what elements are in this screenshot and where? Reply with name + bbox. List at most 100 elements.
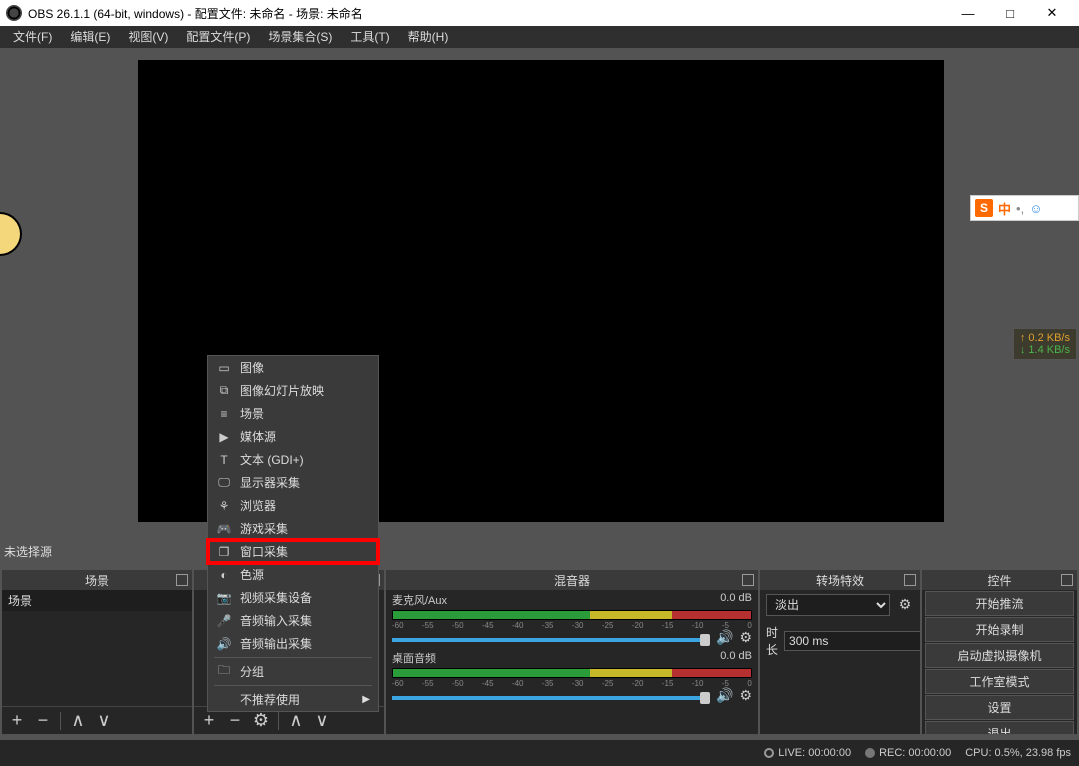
menu-item-color-source[interactable]: ◐色源	[208, 563, 378, 586]
mixer-ticks: -60-55-50-45-40-35-30-25-20-15-10-50	[392, 679, 752, 687]
ime-indicator[interactable]: S 中 •, ☺	[970, 195, 1079, 221]
window-title: OBS 26.1.1 (64-bit, windows) - 配置文件: 未命名…	[28, 5, 947, 22]
mixer-header: 混音器	[386, 570, 758, 590]
download-speed: ↓ 1.4 KB/s	[1020, 344, 1070, 356]
duration-input[interactable]	[784, 631, 920, 651]
close-button[interactable]: ✕	[1031, 0, 1073, 26]
source-properties-button[interactable]: ⚙	[250, 710, 272, 731]
ime-punct-label: •,	[1016, 201, 1024, 216]
start-virtualcam-button[interactable]: 启动虚拟摄像机	[925, 643, 1074, 668]
remove-source-button[interactable]: −	[224, 710, 246, 731]
mute-icon[interactable]: 🔊	[716, 629, 733, 646]
upload-speed: ↑ 0.2 KB/s	[1020, 332, 1070, 344]
slider-thumb[interactable]	[700, 692, 710, 704]
popout-icon[interactable]	[176, 574, 188, 586]
speaker-icon: 🔊	[216, 636, 232, 652]
separator	[278, 712, 279, 730]
globe-icon: ⚘	[216, 498, 232, 514]
separator	[60, 712, 61, 730]
menu-item-video-capture[interactable]: 📷视频采集设备	[208, 586, 378, 609]
mixer-mic-meter	[392, 610, 752, 620]
ime-logo-icon: S	[975, 199, 993, 217]
menu-item-text[interactable]: T文本 (GDI+)	[208, 448, 378, 471]
ime-emoji-icon: ☺	[1029, 201, 1042, 216]
transition-select[interactable]: 淡出	[766, 594, 890, 616]
mixer-desktop-label: 桌面音频	[392, 650, 436, 666]
menu-item-window-capture[interactable]: ❐窗口采集	[208, 540, 378, 563]
titlebar: OBS 26.1.1 (64-bit, windows) - 配置文件: 未命名…	[0, 0, 1079, 26]
start-stream-button[interactable]: 开始推流	[925, 591, 1074, 616]
controls-header: 控件	[922, 570, 1077, 590]
slideshow-icon: ⧉	[216, 383, 232, 399]
scene-down-button[interactable]: ∨	[93, 710, 115, 731]
popout-icon[interactable]	[904, 574, 916, 586]
folder-icon: 🗀	[216, 664, 232, 680]
menu-edit[interactable]: 编辑(E)	[61, 26, 119, 48]
menu-separator	[214, 657, 372, 658]
menu-item-image[interactable]: ▭图像	[208, 356, 378, 379]
remove-scene-button[interactable]: −	[32, 710, 54, 731]
mixer-channel-desktop: 桌面音频 0.0 dB -60-55-50-45-40-35-30-25-20-…	[386, 648, 758, 706]
mixer-desktop-slider[interactable]	[392, 696, 710, 700]
scenes-panel: 场景 场景 + − ∧ ∨	[2, 570, 192, 734]
scene-up-button[interactable]: ∧	[67, 710, 89, 731]
transitions-title: 转场特效	[816, 572, 864, 589]
gear-icon[interactable]: ⚙	[739, 687, 752, 704]
scene-item[interactable]: 场景	[2, 590, 192, 611]
add-scene-button[interactable]: +	[6, 710, 28, 731]
exit-button[interactable]: 退出	[925, 721, 1074, 734]
menu-help[interactable]: 帮助(H)	[399, 26, 458, 48]
duration-label: 时长	[766, 624, 778, 658]
mixer-title: 混音器	[554, 572, 590, 589]
mixer-channel-mic: 麦克风/Aux 0.0 dB -60-55-50-45-40-35-30-25-…	[386, 590, 758, 648]
menu-item-group[interactable]: 🗀分组	[208, 660, 378, 683]
menu-item-audio-output[interactable]: 🔊音频输出采集	[208, 632, 378, 655]
menu-item-browser[interactable]: ⚘浏览器	[208, 494, 378, 517]
controls-title: 控件	[987, 572, 1011, 589]
mute-icon[interactable]: 🔊	[716, 687, 733, 704]
mixer-ticks: -60-55-50-45-40-35-30-25-20-15-10-50	[392, 621, 752, 629]
left-decoration	[0, 212, 22, 256]
menu-item-display-capture[interactable]: 🖵显示器采集	[208, 471, 378, 494]
menu-item-game-capture[interactable]: 🎮游戏采集	[208, 517, 378, 540]
slider-thumb[interactable]	[700, 634, 710, 646]
menu-item-audio-input[interactable]: 🎤音频输入采集	[208, 609, 378, 632]
scenes-header: 场景	[2, 570, 192, 590]
add-source-button[interactable]: +	[198, 710, 220, 731]
studio-mode-button[interactable]: 工作室模式	[925, 669, 1074, 694]
menu-profile[interactable]: 配置文件(P)	[177, 26, 259, 48]
mixer-desktop-meter	[392, 668, 752, 678]
menu-scene-collection[interactable]: 场景集合(S)	[259, 26, 341, 48]
menu-item-deprecated[interactable]: 不推荐使用▶	[208, 688, 378, 711]
network-speed-overlay: ↑ 0.2 KB/s ↓ 1.4 KB/s	[1013, 328, 1077, 360]
mixer-mic-db: 0.0 dB	[720, 592, 752, 608]
gear-icon[interactable]: ⚙	[739, 629, 752, 646]
start-record-button[interactable]: 开始录制	[925, 617, 1074, 642]
chevron-right-icon: ▶	[362, 694, 370, 705]
scenes-title: 场景	[85, 572, 109, 589]
maximize-button[interactable]: □	[989, 0, 1031, 26]
source-down-button[interactable]: ∨	[311, 710, 333, 731]
scene-item-label: 场景	[8, 592, 32, 609]
menu-item-slideshow[interactable]: ⧉图像幻灯片放映	[208, 379, 378, 402]
app-icon	[6, 5, 22, 21]
menu-item-scene[interactable]: ≡场景	[208, 402, 378, 425]
transitions-header: 转场特效	[760, 570, 920, 590]
menu-tools[interactable]: 工具(T)	[341, 26, 398, 48]
settings-button[interactable]: 设置	[925, 695, 1074, 720]
play-icon: ▶	[216, 429, 232, 445]
gear-icon[interactable]: ⚙	[896, 596, 914, 614]
mixer-mic-slider[interactable]	[392, 638, 710, 642]
menubar: 文件(F) 编辑(E) 视图(V) 配置文件(P) 场景集合(S) 工具(T) …	[0, 26, 1079, 48]
popout-icon[interactable]	[1061, 574, 1073, 586]
popout-icon[interactable]	[742, 574, 754, 586]
menu-file[interactable]: 文件(F)	[4, 26, 61, 48]
mixer-panel: 混音器 麦克风/Aux 0.0 dB -60-55-50-45-40-35-30…	[386, 570, 758, 734]
menu-item-media[interactable]: ▶媒体源	[208, 425, 378, 448]
source-up-button[interactable]: ∧	[285, 710, 307, 731]
ime-zh-label: 中	[998, 199, 1011, 218]
minimize-button[interactable]: —	[947, 0, 989, 26]
menu-view[interactable]: 视图(V)	[119, 26, 177, 48]
mic-icon: 🎤	[216, 613, 232, 629]
transitions-panel: 转场特效 淡出 ⚙ 时长 ▲▼	[760, 570, 920, 734]
